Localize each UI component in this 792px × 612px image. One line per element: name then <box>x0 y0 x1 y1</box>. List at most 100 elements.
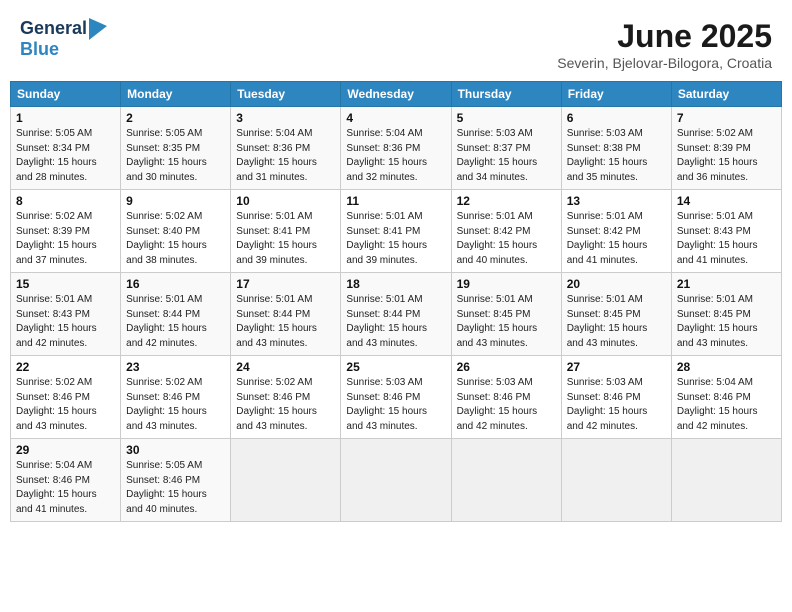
calendar-cell: 5 Sunrise: 5:03 AM Sunset: 8:37 PM Dayli… <box>451 107 561 190</box>
calendar-cell: 2 Sunrise: 5:05 AM Sunset: 8:35 PM Dayli… <box>121 107 231 190</box>
day-info: Sunrise: 5:01 AM Sunset: 8:42 PM Dayligh… <box>457 210 556 268</box>
calendar-cell: 9 Sunrise: 5:02 AM Sunset: 8:40 PM Dayli… <box>121 190 231 273</box>
calendar-week-row: 15 Sunrise: 5:01 AM Sunset: 8:43 PM Dayl… <box>11 273 782 356</box>
calendar-cell: 15 Sunrise: 5:01 AM Sunset: 8:43 PM Dayl… <box>11 273 121 356</box>
day-number: 27 <box>567 360 666 374</box>
col-tuesday: Tuesday <box>231 82 341 107</box>
calendar-cell: 26 Sunrise: 5:03 AM Sunset: 8:46 PM Dayl… <box>451 356 561 439</box>
logo-text-general: General <box>20 19 87 39</box>
calendar-cell: 22 Sunrise: 5:02 AM Sunset: 8:46 PM Dayl… <box>11 356 121 439</box>
title-section: June 2025 Severin, Bjelovar-Bilogora, Cr… <box>557 18 772 71</box>
day-info: Sunrise: 5:02 AM Sunset: 8:46 PM Dayligh… <box>126 376 225 434</box>
calendar-cell: 11 Sunrise: 5:01 AM Sunset: 8:41 PM Dayl… <box>341 190 451 273</box>
day-info: Sunrise: 5:01 AM Sunset: 8:45 PM Dayligh… <box>677 293 776 351</box>
day-number: 9 <box>126 194 225 208</box>
day-info: Sunrise: 5:03 AM Sunset: 8:46 PM Dayligh… <box>457 376 556 434</box>
day-info: Sunrise: 5:01 AM Sunset: 8:43 PM Dayligh… <box>16 293 115 351</box>
calendar-week-row: 29 Sunrise: 5:04 AM Sunset: 8:46 PM Dayl… <box>11 439 782 522</box>
day-info: Sunrise: 5:02 AM Sunset: 8:46 PM Dayligh… <box>16 376 115 434</box>
day-info: Sunrise: 5:01 AM Sunset: 8:45 PM Dayligh… <box>567 293 666 351</box>
day-info: Sunrise: 5:05 AM Sunset: 8:35 PM Dayligh… <box>126 127 225 185</box>
day-number: 6 <box>567 111 666 125</box>
day-number: 3 <box>236 111 335 125</box>
day-number: 22 <box>16 360 115 374</box>
day-info: Sunrise: 5:01 AM Sunset: 8:44 PM Dayligh… <box>126 293 225 351</box>
day-number: 10 <box>236 194 335 208</box>
day-number: 7 <box>677 111 776 125</box>
calendar-table: Sunday Monday Tuesday Wednesday Thursday… <box>10 81 782 522</box>
calendar-cell: 1 Sunrise: 5:05 AM Sunset: 8:34 PM Dayli… <box>11 107 121 190</box>
calendar-cell <box>231 439 341 522</box>
calendar-cell: 6 Sunrise: 5:03 AM Sunset: 8:38 PM Dayli… <box>561 107 671 190</box>
col-thursday: Thursday <box>451 82 561 107</box>
day-info: Sunrise: 5:01 AM Sunset: 8:43 PM Dayligh… <box>677 210 776 268</box>
col-monday: Monday <box>121 82 231 107</box>
day-number: 4 <box>346 111 445 125</box>
calendar-cell: 7 Sunrise: 5:02 AM Sunset: 8:39 PM Dayli… <box>671 107 781 190</box>
logo: General Blue <box>20 18 107 60</box>
col-friday: Friday <box>561 82 671 107</box>
day-number: 8 <box>16 194 115 208</box>
day-info: Sunrise: 5:02 AM Sunset: 8:39 PM Dayligh… <box>16 210 115 268</box>
day-number: 13 <box>567 194 666 208</box>
logo-icon <box>89 18 107 40</box>
day-info: Sunrise: 5:01 AM Sunset: 8:41 PM Dayligh… <box>346 210 445 268</box>
day-info: Sunrise: 5:04 AM Sunset: 8:46 PM Dayligh… <box>677 376 776 434</box>
location-subtitle: Severin, Bjelovar-Bilogora, Croatia <box>557 55 772 71</box>
day-info: Sunrise: 5:01 AM Sunset: 8:44 PM Dayligh… <box>236 293 335 351</box>
calendar-cell: 3 Sunrise: 5:04 AM Sunset: 8:36 PM Dayli… <box>231 107 341 190</box>
calendar-cell: 16 Sunrise: 5:01 AM Sunset: 8:44 PM Dayl… <box>121 273 231 356</box>
calendar-cell: 30 Sunrise: 5:05 AM Sunset: 8:46 PM Dayl… <box>121 439 231 522</box>
calendar-cell <box>451 439 561 522</box>
page-header: General Blue June 2025 Severin, Bjelovar… <box>10 10 782 75</box>
day-number: 16 <box>126 277 225 291</box>
day-number: 11 <box>346 194 445 208</box>
day-info: Sunrise: 5:04 AM Sunset: 8:36 PM Dayligh… <box>346 127 445 185</box>
day-number: 23 <box>126 360 225 374</box>
day-info: Sunrise: 5:02 AM Sunset: 8:46 PM Dayligh… <box>236 376 335 434</box>
day-info: Sunrise: 5:01 AM Sunset: 8:44 PM Dayligh… <box>346 293 445 351</box>
calendar-week-row: 8 Sunrise: 5:02 AM Sunset: 8:39 PM Dayli… <box>11 190 782 273</box>
calendar-cell: 13 Sunrise: 5:01 AM Sunset: 8:42 PM Dayl… <box>561 190 671 273</box>
day-number: 26 <box>457 360 556 374</box>
day-info: Sunrise: 5:03 AM Sunset: 8:46 PM Dayligh… <box>567 376 666 434</box>
calendar-cell: 14 Sunrise: 5:01 AM Sunset: 8:43 PM Dayl… <box>671 190 781 273</box>
day-number: 12 <box>457 194 556 208</box>
calendar-cell: 24 Sunrise: 5:02 AM Sunset: 8:46 PM Dayl… <box>231 356 341 439</box>
calendar-cell: 29 Sunrise: 5:04 AM Sunset: 8:46 PM Dayl… <box>11 439 121 522</box>
calendar-cell: 28 Sunrise: 5:04 AM Sunset: 8:46 PM Dayl… <box>671 356 781 439</box>
day-number: 2 <box>126 111 225 125</box>
day-number: 24 <box>236 360 335 374</box>
day-info: Sunrise: 5:01 AM Sunset: 8:45 PM Dayligh… <box>457 293 556 351</box>
day-info: Sunrise: 5:01 AM Sunset: 8:41 PM Dayligh… <box>236 210 335 268</box>
calendar-header-row: Sunday Monday Tuesday Wednesday Thursday… <box>11 82 782 107</box>
day-number: 25 <box>346 360 445 374</box>
calendar-cell: 25 Sunrise: 5:03 AM Sunset: 8:46 PM Dayl… <box>341 356 451 439</box>
day-info: Sunrise: 5:04 AM Sunset: 8:36 PM Dayligh… <box>236 127 335 185</box>
day-info: Sunrise: 5:01 AM Sunset: 8:42 PM Dayligh… <box>567 210 666 268</box>
day-info: Sunrise: 5:04 AM Sunset: 8:46 PM Dayligh… <box>16 459 115 517</box>
day-info: Sunrise: 5:02 AM Sunset: 8:40 PM Dayligh… <box>126 210 225 268</box>
day-number: 19 <box>457 277 556 291</box>
calendar-cell: 12 Sunrise: 5:01 AM Sunset: 8:42 PM Dayl… <box>451 190 561 273</box>
calendar-cell <box>341 439 451 522</box>
day-number: 18 <box>346 277 445 291</box>
calendar-cell: 21 Sunrise: 5:01 AM Sunset: 8:45 PM Dayl… <box>671 273 781 356</box>
calendar-cell <box>671 439 781 522</box>
logo-text-blue: Blue <box>20 40 59 60</box>
day-info: Sunrise: 5:03 AM Sunset: 8:37 PM Dayligh… <box>457 127 556 185</box>
calendar-cell: 20 Sunrise: 5:01 AM Sunset: 8:45 PM Dayl… <box>561 273 671 356</box>
day-info: Sunrise: 5:02 AM Sunset: 8:39 PM Dayligh… <box>677 127 776 185</box>
calendar-week-row: 1 Sunrise: 5:05 AM Sunset: 8:34 PM Dayli… <box>11 107 782 190</box>
calendar-cell: 27 Sunrise: 5:03 AM Sunset: 8:46 PM Dayl… <box>561 356 671 439</box>
day-number: 5 <box>457 111 556 125</box>
day-number: 14 <box>677 194 776 208</box>
day-number: 29 <box>16 443 115 457</box>
calendar-cell: 17 Sunrise: 5:01 AM Sunset: 8:44 PM Dayl… <box>231 273 341 356</box>
calendar-cell: 19 Sunrise: 5:01 AM Sunset: 8:45 PM Dayl… <box>451 273 561 356</box>
day-info: Sunrise: 5:05 AM Sunset: 8:46 PM Dayligh… <box>126 459 225 517</box>
col-saturday: Saturday <box>671 82 781 107</box>
day-number: 30 <box>126 443 225 457</box>
col-wednesday: Wednesday <box>341 82 451 107</box>
calendar-cell: 18 Sunrise: 5:01 AM Sunset: 8:44 PM Dayl… <box>341 273 451 356</box>
